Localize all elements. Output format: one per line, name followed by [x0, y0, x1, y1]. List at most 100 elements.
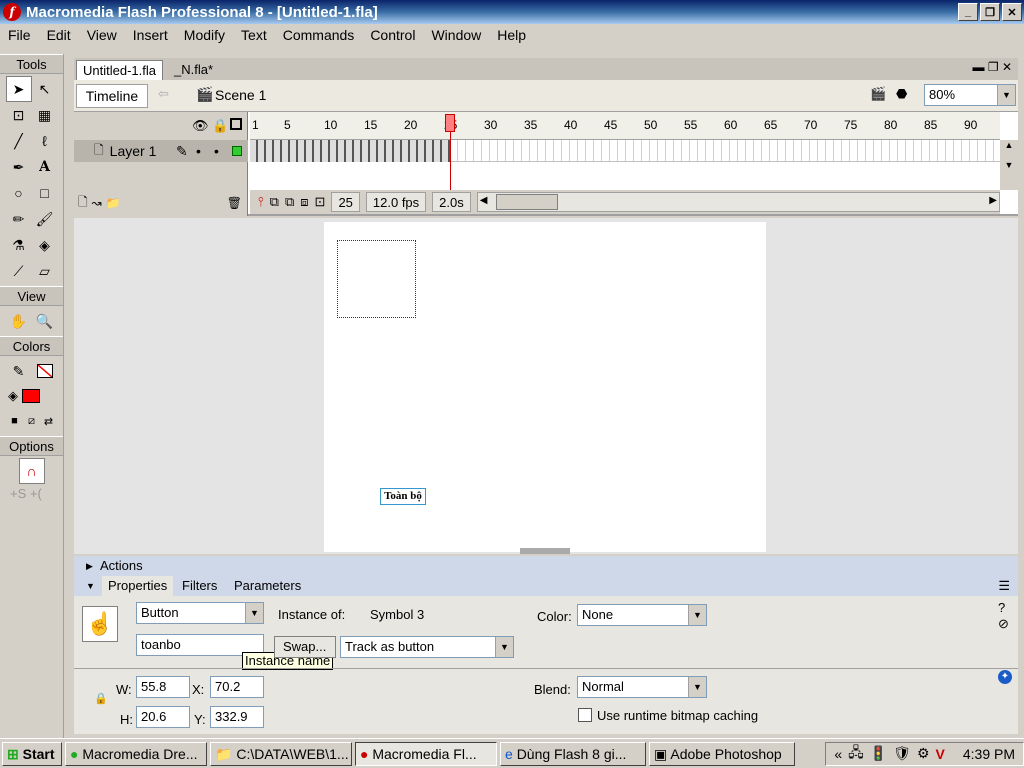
taskbar-item-ie[interactable]: e Dùng Flash 8 gi... [500, 741, 646, 766]
visible-dot[interactable]: • [196, 143, 201, 159]
v-icon[interactable]: V [936, 746, 945, 762]
panel-collapse-handle[interactable] [520, 548, 570, 554]
constrain-lock-icon[interactable]: 🔒 [94, 692, 108, 705]
stroke-color-swatch[interactable] [32, 358, 58, 384]
fill-color-swatch[interactable] [22, 389, 40, 403]
taskbar-item-folder[interactable]: 📁 C:\DATA\WEB\1... [210, 741, 352, 766]
eraser-tool-icon[interactable]: ▱ [32, 258, 58, 284]
delete-layer-icon[interactable]: 🗑 [227, 196, 242, 210]
brush-tool-icon[interactable]: 🖌 [32, 206, 58, 232]
modify-onion-markers-icon[interactable]: ⊡ [315, 194, 326, 210]
menu-modify[interactable]: Modify [176, 27, 233, 43]
free-transform-tool-icon[interactable]: ⊡ [6, 102, 32, 128]
doc-window-controls[interactable]: ▬ ❐ ✕ [973, 60, 1012, 74]
flash-app-icon[interactable]: f [3, 3, 21, 21]
back-arrow-icon[interactable]: ⇦ [158, 86, 169, 102]
selection-tool-icon[interactable]: ➤ [5, 76, 32, 102]
tray-expand-icon[interactable]: « [834, 746, 842, 762]
help-icon[interactable]: ? [998, 600, 1005, 615]
menu-commands[interactable]: Commands [275, 27, 363, 43]
onion-skin-icon[interactable]: ⧉ [270, 194, 279, 210]
menu-edit[interactable]: Edit [39, 27, 79, 43]
track-mode-dropdown[interactable]: Track as button ▼ [340, 636, 514, 658]
black-white-icon[interactable]: ■ [6, 408, 23, 434]
shield-icon[interactable]: 🛡 [893, 745, 911, 762]
frame-rate[interactable]: 12.0 fps [365, 192, 427, 212]
eye-icon[interactable]: 👁 [192, 118, 209, 134]
menu-text[interactable]: Text [233, 27, 275, 43]
center-frame-icon[interactable]: ⫯ [258, 194, 264, 210]
taskbar-item-flash[interactable]: ● Macromedia Fl... [355, 741, 497, 766]
zoom-tool-icon[interactable]: 🔍 [32, 308, 58, 334]
subselection-tool-icon[interactable]: ↖ [32, 76, 58, 102]
hand-tool-icon[interactable]: ✋ [6, 308, 32, 334]
insert-layer-icon[interactable]: 🗋 [78, 193, 88, 214]
menu-insert[interactable]: Insert [125, 27, 176, 43]
insert-folder-icon[interactable]: 📁 [106, 196, 121, 210]
edit-symbols-icon[interactable]: ⬣ [896, 86, 907, 102]
pen-tool-icon[interactable]: ✒ [6, 154, 32, 180]
scroll-thumb[interactable] [495, 194, 558, 210]
menu-window[interactable]: Window [423, 27, 489, 43]
ink-bottle-tool-icon[interactable]: ⚗ [6, 232, 32, 258]
taskbar-item-photoshop[interactable]: ▣ Adobe Photoshop [649, 741, 795, 766]
stage[interactable]: Toàn bộ [324, 222, 766, 552]
outline-icon[interactable] [230, 118, 242, 130]
timeline-hscroll[interactable]: ◀ ▶ [476, 192, 1000, 212]
height-input[interactable]: 20.6 [136, 706, 190, 728]
menu-control[interactable]: Control [362, 27, 423, 43]
tab-properties[interactable]: Properties [102, 576, 174, 596]
panel-options-icon[interactable]: ☰ [998, 576, 1010, 596]
timeline-toggle-button[interactable]: Timeline [76, 84, 148, 108]
bitmap-cache-checkbox[interactable] [578, 708, 592, 722]
menu-view[interactable]: View [79, 27, 125, 43]
edit-scene-icon[interactable]: 🎬 [870, 86, 886, 102]
playhead[interactable] [445, 112, 455, 190]
paint-bucket-tool-icon[interactable]: ◈ [32, 232, 58, 258]
tab-parameters[interactable]: Parameters [234, 576, 301, 596]
rectangle-tool-icon[interactable]: □ [32, 180, 58, 206]
outline-color-swatch[interactable] [232, 146, 242, 156]
onion-outline-icon[interactable]: ⧉ [285, 194, 294, 210]
collapse-arrow-icon[interactable]: ▼ [86, 576, 95, 596]
edit-multiple-frames-icon[interactable]: ⧈ [300, 194, 308, 210]
lock-icon[interactable]: 🔒 [212, 118, 228, 134]
symbol-type-dropdown[interactable]: Button ▼ [136, 602, 264, 624]
tab-untitled-1[interactable]: Untitled-1.fla [76, 60, 163, 80]
minimize-button[interactable]: _ [958, 3, 978, 21]
frame-grid[interactable] [250, 114, 1000, 190]
scroll-left-icon[interactable]: ◀ [480, 195, 488, 206]
tab-n-fla[interactable]: _N.fla* [168, 60, 219, 80]
button-instance[interactable]: Toàn bộ [380, 488, 426, 505]
lasso-tool-icon[interactable]: ℓ [32, 128, 58, 154]
accessibility-icon[interactable]: ✦ [998, 670, 1012, 684]
network-icon[interactable]: 🖧 [848, 742, 864, 766]
menu-file[interactable]: File [0, 27, 39, 43]
rectangle-shape[interactable] [337, 240, 416, 318]
text-tool-icon[interactable]: A [32, 154, 58, 180]
traffic-light-icon[interactable]: 🚦 [870, 745, 887, 762]
edit-icon[interactable]: ⊘ [998, 616, 1009, 632]
timeline-vscroll[interactable]: ▲ ▼ [1000, 140, 1018, 190]
zoom-dropdown[interactable]: 80% ▼ [924, 84, 1016, 106]
swap-colors-icon[interactable]: ⇄ [40, 408, 57, 434]
blend-dropdown[interactable]: Normal ▼ [577, 676, 707, 698]
line-tool-icon[interactable]: ╱ [6, 128, 32, 154]
menu-help[interactable]: Help [489, 27, 534, 43]
close-button[interactable]: ✕ [1002, 3, 1022, 21]
layer-row[interactable]: 🗋 Layer 1 ✎ • • [74, 140, 248, 162]
add-motion-guide-icon[interactable]: ↝ [92, 196, 102, 210]
width-input[interactable]: 55.8 [136, 676, 190, 698]
antivirus-icon[interactable]: ⚙ [917, 745, 930, 762]
snap-to-objects-icon[interactable]: ∩ [18, 458, 45, 484]
restore-button[interactable]: ❐ [980, 3, 1000, 21]
y-input[interactable]: 332.9 [210, 706, 264, 728]
frame-ruler[interactable]: 1 5 10 15 20 25 30 35 40 45 50 55 60 65 … [250, 112, 1000, 140]
x-input[interactable]: 70.2 [210, 676, 264, 698]
no-color-icon[interactable]: ⧄ [23, 408, 40, 434]
stroke-color-icon[interactable]: ✎ [6, 358, 32, 384]
scroll-right-icon[interactable]: ▶ [989, 195, 997, 206]
lock-dot[interactable]: • [214, 143, 219, 159]
eyedropper-tool-icon[interactable]: ⟋ [6, 258, 32, 284]
color-effect-dropdown[interactable]: None ▼ [577, 604, 707, 626]
